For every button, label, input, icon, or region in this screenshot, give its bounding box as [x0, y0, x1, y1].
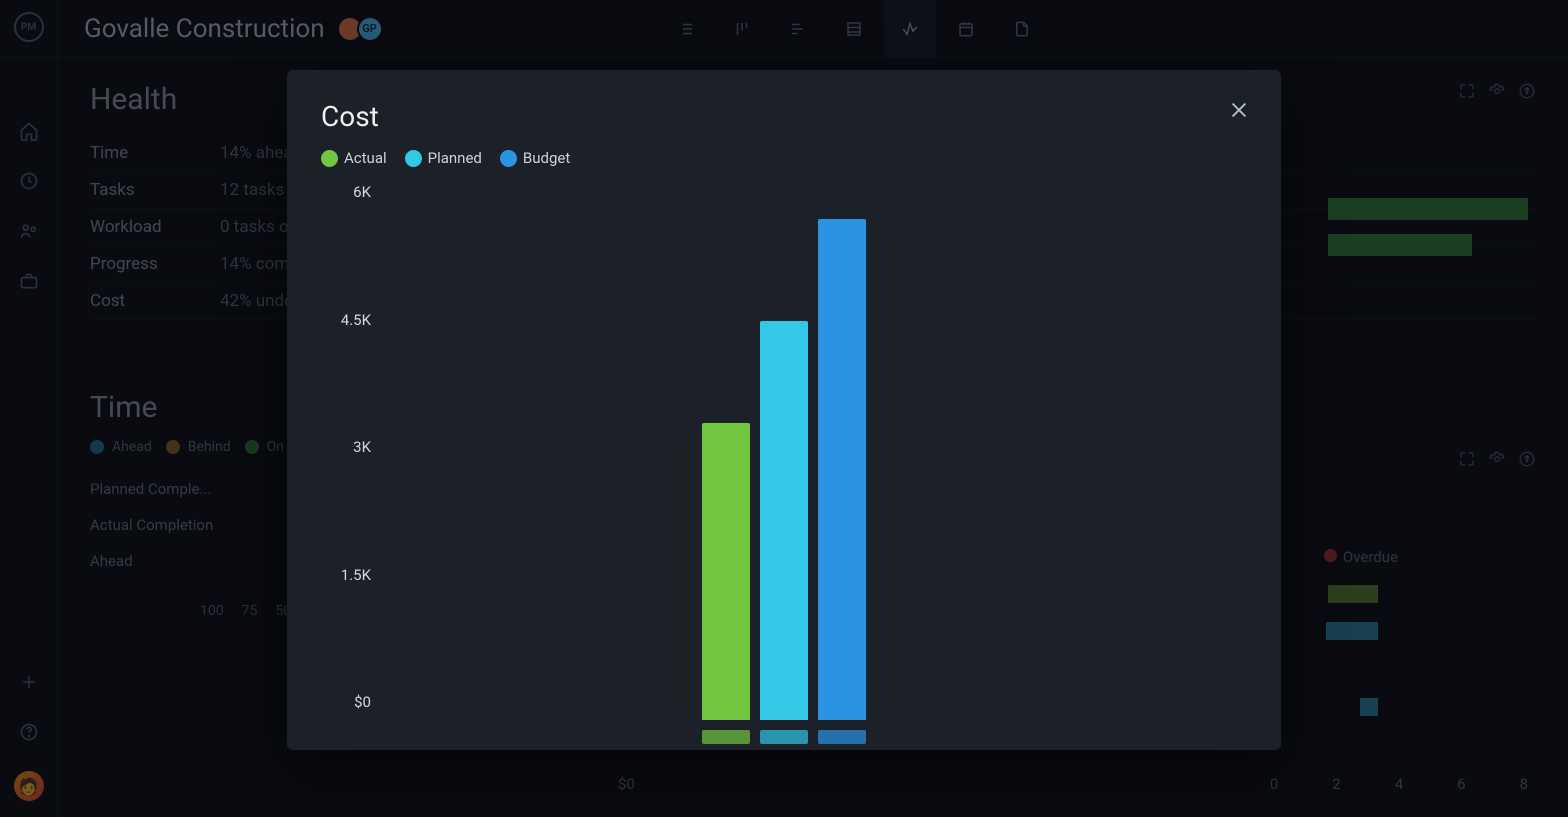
y-tick: 1.5K — [321, 566, 371, 584]
chart-legend: Actual Planned Budget — [321, 149, 1247, 167]
chart-area: 6K4.5K3K1.5K$0 — [321, 210, 1247, 720]
bar-reflection — [760, 730, 808, 744]
bar-budget[interactable] — [818, 219, 866, 721]
bar-planned[interactable] — [760, 321, 808, 721]
y-tick: 3K — [321, 438, 371, 456]
chart-bars-reflection — [702, 730, 866, 744]
y-tick: 6K — [321, 183, 371, 201]
chart-bars — [702, 210, 866, 720]
bar-reflection — [818, 730, 866, 744]
bar-actual[interactable] — [702, 423, 750, 721]
legend-item: Budget — [500, 149, 570, 167]
cost-modal: Cost Actual Planned Budget 6K 4.5K 3K 1.5K $0 — [287, 70, 1281, 750]
close-button[interactable] — [1225, 96, 1253, 124]
bar-reflection — [702, 730, 750, 744]
legend-item: Planned — [405, 149, 482, 167]
modal-title: Cost — [321, 100, 1247, 133]
legend-item: Actual — [321, 149, 387, 167]
y-tick: 4.5K — [321, 311, 371, 329]
y-tick: $0 — [321, 693, 371, 711]
